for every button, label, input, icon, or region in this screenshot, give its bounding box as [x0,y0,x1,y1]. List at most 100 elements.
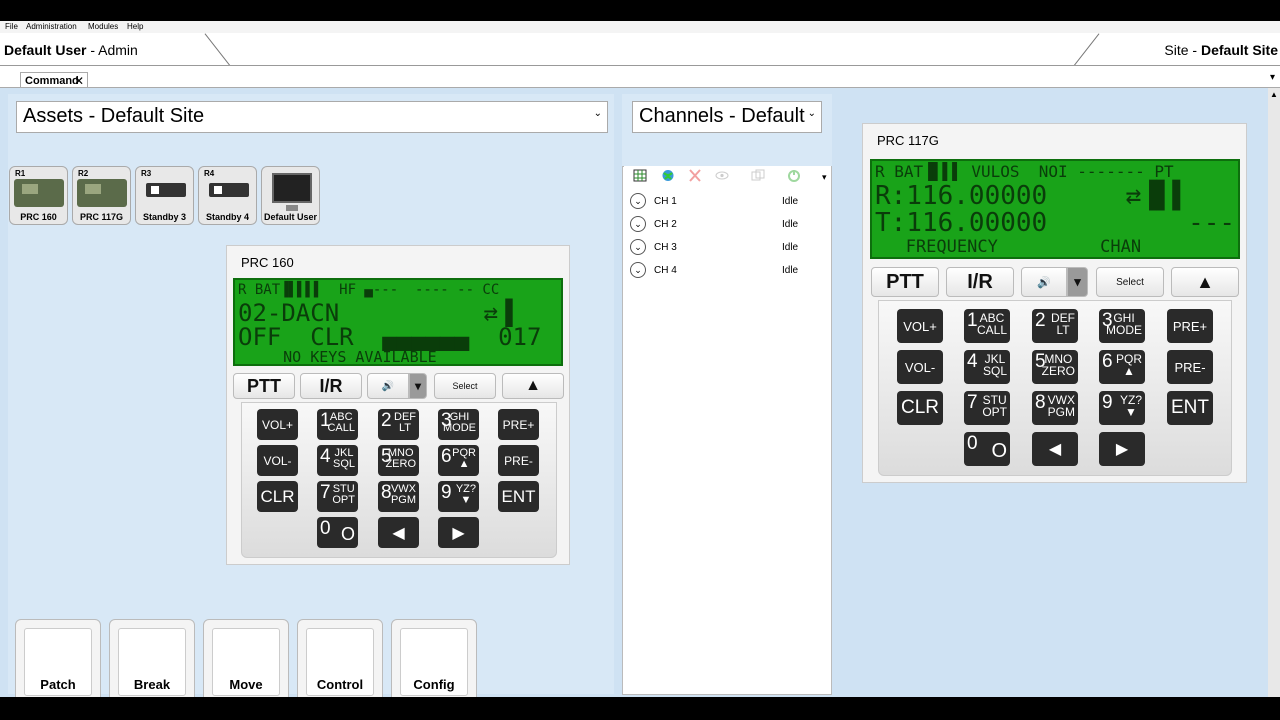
grid-icon[interactable] [633,169,647,182]
channel-row[interactable]: ⌄ CH 3 Idle [630,237,830,257]
chevron-down-icon[interactable]: ⌄ [630,239,646,255]
key-5[interactable]: 5 MNO ZERO [378,445,419,476]
delete-icon[interactable] [688,169,702,182]
config-button[interactable]: Config [391,619,477,697]
vol-down-key[interactable]: VOL- [897,350,943,384]
application-window: File Administration Modules Help Default… [0,21,1280,697]
channel-row[interactable]: ⌄ CH 2 Idle [630,214,830,234]
menu-administration[interactable]: Administration [26,22,77,31]
vol-up-key[interactable]: VOL+ [257,409,298,440]
key-6[interactable]: 6 PQR ▲ [1099,350,1145,384]
pre-up-key[interactable]: PRE+ [498,409,539,440]
menu-modules[interactable]: Modules [88,22,118,31]
asset-r1[interactable]: R1 PRC 160 [9,166,68,225]
patch-button[interactable]: Patch [15,619,101,697]
left-arrow-key[interactable]: ◀ [1032,432,1078,466]
key-5[interactable]: 5 MNO ZERO [1032,350,1078,384]
key-7[interactable]: 7 STU OPT [964,391,1010,425]
asset-default-user[interactable]: Default User [261,166,320,225]
channel-status: Idle [782,196,799,207]
key-9[interactable]: 9 YZ? ▼ [1099,391,1145,425]
radio-icon [14,179,64,207]
key-letters: DEF LT [1051,311,1075,337]
ptt-button[interactable]: PTT [871,267,939,297]
chevron-down-icon[interactable]: ⌄ [630,216,646,232]
copy-icon[interactable] [751,169,765,182]
key-6[interactable]: 6 PQR ▲ [438,445,479,476]
key-9[interactable]: 9 YZ? ▼ [438,481,479,512]
power-icon[interactable] [787,169,801,182]
select-button[interactable]: Select [1096,267,1164,297]
up-button[interactable]: ▲ [1171,267,1239,297]
key-number: 8 [1035,392,1046,413]
key-3[interactable]: 3 GHI MODE [1099,309,1145,343]
menu-bar: File Administration Modules Help [0,21,1280,33]
key-4[interactable]: 4 JKL SQL [317,445,358,476]
right-arrow-key[interactable]: ▶ [438,517,479,548]
volume-dropdown-icon[interactable]: ▾ [409,373,427,399]
chevron-down-icon[interactable]: ⌄ [630,262,646,278]
key-0[interactable]: 0O [317,517,358,548]
volume-dropdown-icon[interactable]: ▾ [1067,267,1088,297]
ir-button[interactable]: I/R [300,373,362,399]
key-2[interactable]: 2 DEF LT [1032,309,1078,343]
asset-r3[interactable]: R3 Standby 3 [135,166,194,225]
pre-up-key[interactable]: PRE+ [1167,309,1213,343]
asset-r4[interactable]: R4 Standby 4 [198,166,257,225]
ir-button[interactable]: I/R [946,267,1014,297]
tab-command[interactable]: Command ✕ [20,72,88,88]
header-divider-left [204,33,233,65]
asset-label: PRC 160 [20,212,57,222]
pre-down-key[interactable]: PRE- [498,445,539,476]
eye-icon[interactable] [715,169,729,182]
key-8[interactable]: 8 VWX PGM [378,481,419,512]
ent-key[interactable]: ENT [1167,391,1213,425]
break-button[interactable]: Break [109,619,195,697]
key-3[interactable]: 3 GHI MODE [438,409,479,440]
chevron-down-icon[interactable]: ⌄ [630,193,646,209]
vertical-scrollbar[interactable]: ▲ [1268,88,1280,697]
volume-icon[interactable]: 🔊 [1021,267,1067,297]
key-4[interactable]: 4 JKL SQL [964,350,1010,384]
pre-down-key[interactable]: PRE- [1167,350,1213,384]
channel-name: CH 1 [654,196,677,207]
asset-tag: R4 [204,169,215,178]
tab-menu-icon[interactable]: ▾ [1270,72,1275,83]
vol-up-key[interactable]: VOL+ [897,309,943,343]
menu-file[interactable]: File [5,22,18,31]
ptt-button[interactable]: PTT [233,373,295,399]
scroll-up-icon[interactable]: ▲ [1270,90,1278,99]
asset-tag: R3 [141,169,152,178]
clr-key[interactable]: CLR [897,391,943,425]
close-icon[interactable]: ✕ [74,74,84,88]
key-0[interactable]: 0O [964,432,1010,466]
assets-dropdown[interactable]: Assets - Default Site ⌄ [16,101,608,133]
site-name: Default Site [1200,42,1278,58]
ent-key[interactable]: ENT [498,481,539,512]
channel-name: CH 2 [654,219,677,230]
channel-row[interactable]: ⌄ CH 4 Idle [630,260,830,280]
select-button[interactable]: Select [434,373,496,399]
key-2[interactable]: 2 DEF LT [378,409,419,440]
left-arrow-key[interactable]: ◀ [378,517,419,548]
key-8[interactable]: 8 VWX PGM [1032,391,1078,425]
move-button[interactable]: Move [203,619,289,697]
asset-r2[interactable]: R2 PRC 117G [72,166,131,225]
key-1[interactable]: 1 ABC CALL [317,409,358,440]
control-button[interactable]: Control [297,619,383,697]
volume-icon[interactable]: 🔊 [367,373,409,399]
globe-icon[interactable] [661,169,675,182]
left-arrow-icon: ◀ [1048,441,1062,458]
menu-help[interactable]: Help [127,22,143,31]
channels-dropdown[interactable]: Channels - Default ⌄ [632,101,822,133]
overflow-icon[interactable]: ▾ [822,172,827,183]
key-letters: GHI MODE [1106,311,1142,337]
channel-row[interactable]: ⌄ CH 1 Idle [630,191,830,211]
lcd-line-1: R BAT▐▌▌▌▌ HF ▄--- ---- -- CC [238,282,500,298]
vol-down-key[interactable]: VOL- [257,445,298,476]
clr-key[interactable]: CLR [257,481,298,512]
key-1[interactable]: 1 ABC CALL [964,309,1010,343]
up-button[interactable]: ▲ [502,373,564,399]
key-7[interactable]: 7 STU OPT [317,481,358,512]
right-arrow-key[interactable]: ▶ [1099,432,1145,466]
